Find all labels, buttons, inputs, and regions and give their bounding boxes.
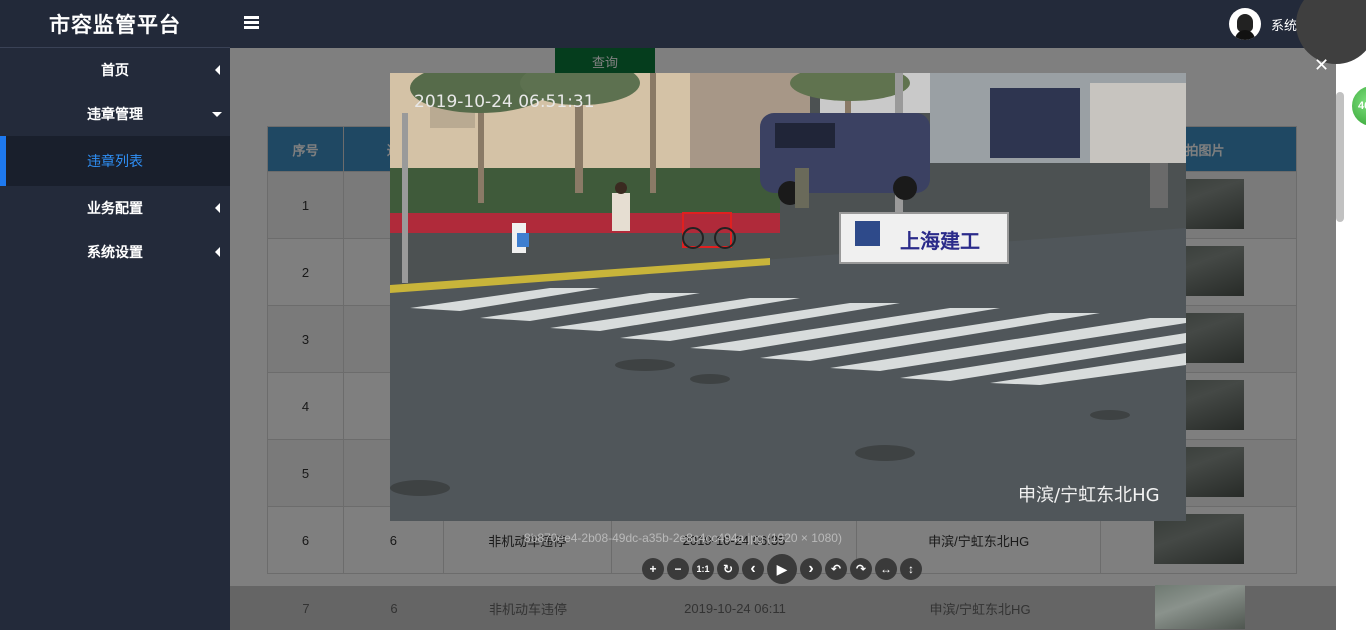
violation-photo[interactable]: 上海建工 2019-10-24 06:51:31 申滨/宁虹东北HG [390, 73, 1186, 521]
table-row: 7 6 非机动车违停 2019-10-24 06:11 申滨/宁虹东北HG [268, 584, 1298, 630]
active-indicator [0, 136, 6, 186]
one-to-one-button[interactable]: 1:1 [692, 558, 714, 580]
sign-text: 上海建工 [900, 229, 980, 253]
sidebar-item-business-config[interactable]: 业务配置 [0, 186, 230, 230]
zoom-in-button[interactable]: + [642, 558, 664, 580]
flip-horizontal-button[interactable]: ↔ [875, 558, 897, 580]
chevron-left-icon [215, 247, 220, 257]
street-scene-image: 上海建工 2019-10-24 06:51:31 申滨/宁虹东北HG [390, 73, 1186, 521]
chevron-down-icon [212, 112, 222, 117]
sidebar-item-system-settings[interactable]: 系统设置 [0, 230, 230, 274]
play-button[interactable]: ▶ [767, 554, 797, 584]
cell-index: 7 [302, 600, 310, 616]
reset-button[interactable]: ↻ [717, 558, 739, 580]
cell-time: 2019-10-24 06:11 [684, 600, 786, 616]
sidebar-item-label: 业务配置 [87, 200, 143, 216]
sidebar-item-label: 系统设置 [87, 244, 143, 260]
rotate-left-button[interactable]: ↶ [825, 558, 847, 580]
avatar [1228, 8, 1261, 40]
sidebar-item-label: 违章列表 [87, 153, 143, 169]
app-title: 市容监管平台 [0, 0, 230, 48]
zoom-out-button[interactable]: − [667, 558, 689, 580]
sidebar-item-label: 违章管理 [87, 106, 143, 122]
cell-channel: 6 [390, 600, 398, 616]
prev-button[interactable]: ‹ [742, 558, 764, 580]
viewer-toolbar: + − 1:1 ↻ ‹ ▶ › ↶ ↷ ↔ ↕ [642, 554, 925, 584]
rotate-right-button[interactable]: ↷ [850, 558, 872, 580]
scrollbar-thumb[interactable] [1336, 92, 1344, 222]
next-button[interactable]: › [800, 558, 822, 580]
top-header: 系统管理员 [230, 0, 1366, 48]
photo-location: 申滨/宁虹东北HG [1018, 485, 1160, 506]
chevron-left-icon [215, 65, 220, 75]
menu-toggle-icon[interactable] [244, 16, 259, 30]
photo-timestamp: 2019-10-24 06:51:31 [414, 92, 595, 112]
close-icon[interactable]: ✕ [1314, 56, 1329, 74]
sidebar-item-label: 首页 [101, 62, 129, 78]
sidebar-item-home[interactable]: 首页 [0, 48, 230, 92]
image-caption: 8b870ee4-2b08-49dc-a35b-2e8c4cc494a.jpg … [524, 531, 842, 545]
sidebar-item-violation-management[interactable]: 违章管理 [0, 92, 230, 136]
cell-location: 申滨/宁虹东北HG [929, 601, 1031, 617]
violation-thumbnail[interactable] [1155, 584, 1245, 629]
flip-vertical-button[interactable]: ↕ [900, 558, 922, 580]
cell-type: 非机动车违停 [488, 601, 567, 617]
sidebar-item-violation-list[interactable]: 违章列表 [0, 136, 230, 186]
chevron-left-icon [215, 203, 220, 213]
